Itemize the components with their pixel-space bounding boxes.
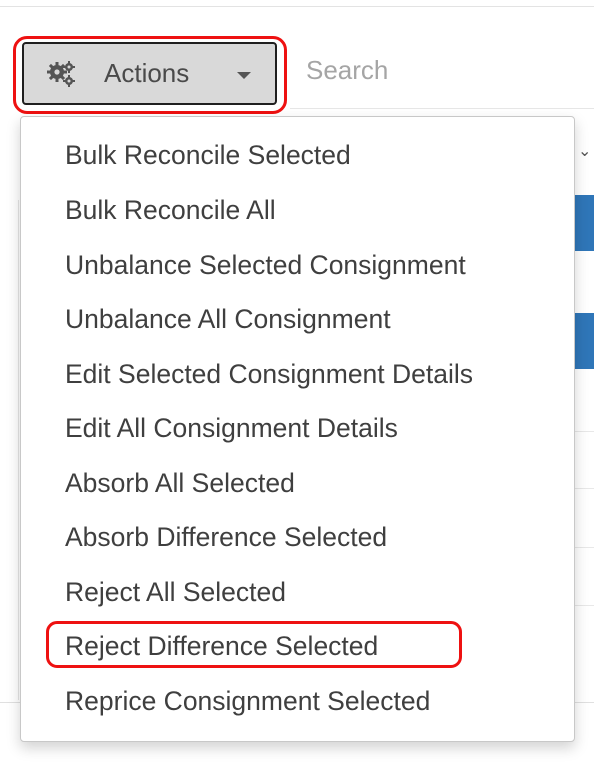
chevron-down-icon[interactable]: ⌄ — [578, 140, 591, 164]
menu-item-absorb-all-selected[interactable]: Absorb All Selected — [65, 461, 295, 505]
selected-row-edge[interactable] — [575, 313, 594, 369]
column-divider — [18, 200, 19, 700]
menu-item-unbalance-selected[interactable]: Unbalance Selected Consignment — [65, 243, 466, 287]
actions-button[interactable]: Actions — [22, 42, 277, 105]
menu-item-bulk-reconcile-selected[interactable]: Bulk Reconcile Selected — [65, 133, 351, 177]
menu-item-reprice-consignment-selected[interactable]: Reprice Consignment Selected — [65, 679, 430, 723]
row-divider — [574, 431, 594, 432]
search-input[interactable] — [296, 42, 594, 98]
caret-down-icon — [237, 72, 251, 79]
menu-item-unbalance-all[interactable]: Unbalance All Consignment — [65, 297, 391, 341]
search-underline — [290, 108, 594, 109]
menu-item-reject-all-selected[interactable]: Reject All Selected — [65, 570, 286, 614]
menu-item-edit-all-details[interactable]: Edit All Consignment Details — [65, 406, 398, 450]
row-divider — [574, 488, 594, 489]
top-divider — [0, 6, 594, 7]
menu-item-bulk-reconcile-all[interactable]: Bulk Reconcile All — [65, 188, 276, 232]
selected-row-edge[interactable] — [575, 195, 594, 251]
gears-icon — [47, 60, 75, 87]
actions-button-label: Actions — [104, 58, 190, 88]
row-divider — [574, 605, 594, 606]
menu-item-absorb-difference-selected[interactable]: Absorb Difference Selected — [65, 515, 387, 559]
menu-item-edit-selected-details[interactable]: Edit Selected Consignment Details — [65, 352, 473, 396]
row-divider — [574, 547, 594, 548]
reject-difference-highlight-annotation — [46, 621, 462, 668]
